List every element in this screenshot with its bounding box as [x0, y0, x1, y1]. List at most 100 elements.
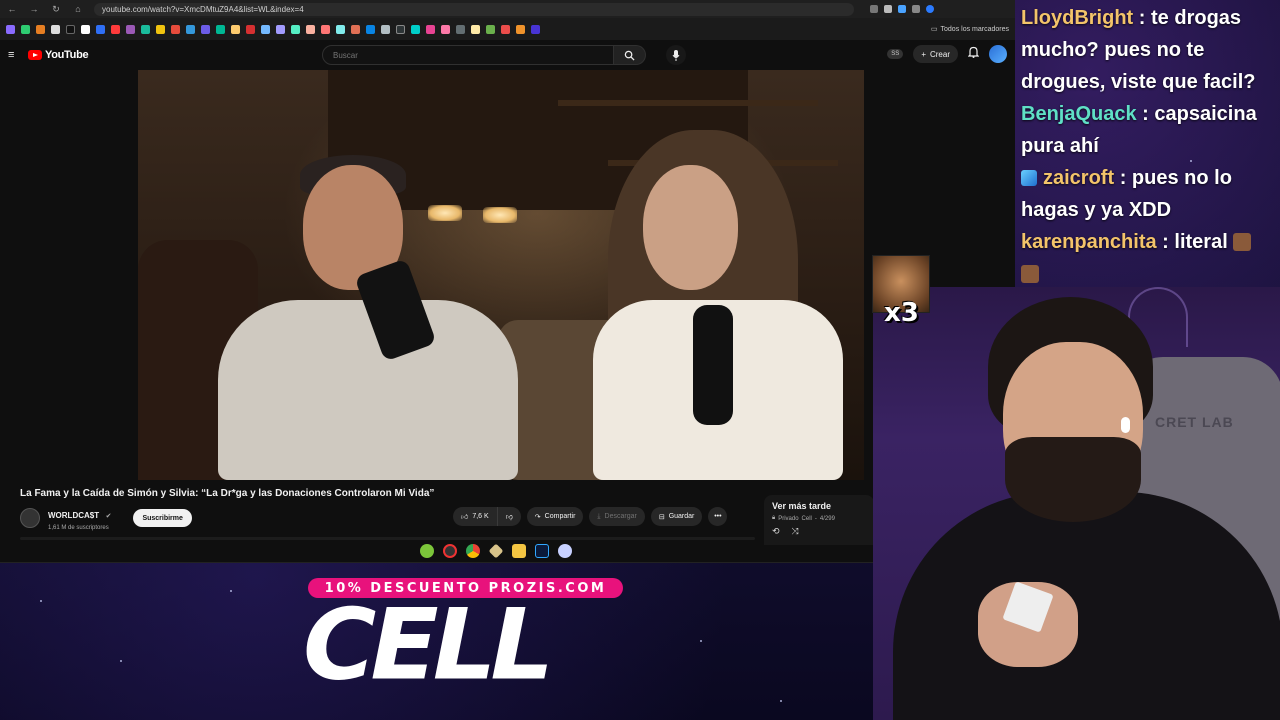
star	[780, 700, 782, 702]
bookmark-icon[interactable]	[81, 24, 90, 34]
header-actions: SS + Crear	[887, 45, 1007, 63]
extension-icon[interactable]	[898, 5, 906, 13]
download-label: Descargar	[604, 513, 637, 520]
comments-divider	[20, 537, 755, 540]
video-player[interactable]	[138, 70, 864, 480]
extension-icon[interactable]	[912, 5, 920, 13]
bookmark-icon[interactable]	[21, 24, 30, 34]
bookmark-icon[interactable]	[141, 24, 150, 34]
bookmark-icon[interactable]	[126, 24, 135, 34]
bookmark-icon[interactable]	[171, 24, 180, 34]
download-button[interactable]: ⤓ Descargar	[589, 507, 645, 526]
chat-message: BenjaQuack : capsaicina pura ahí	[1021, 98, 1274, 162]
bookmark-icon[interactable]	[366, 24, 375, 34]
share-button[interactable]: ↷ Compartir	[526, 507, 584, 526]
app-icon[interactable]	[443, 544, 457, 558]
address-bar[interactable]: youtube.com/watch?v=XmcDMtuZ9A4&list=WL&…	[94, 2, 854, 16]
more-actions-button[interactable]: •••	[708, 507, 728, 526]
account-badge[interactable]: SS	[887, 49, 904, 59]
create-button[interactable]: + Crear	[913, 45, 958, 63]
star	[230, 590, 232, 592]
bookmark-icon[interactable]	[516, 24, 525, 34]
playlist-panel: Ver más tarde 🔒︎ Privado Cell - 4/299 ⟲ …	[764, 495, 874, 545]
forward-icon[interactable]: →	[28, 3, 40, 15]
bookmark-icon[interactable]	[96, 24, 105, 34]
back-icon[interactable]: ←	[6, 3, 18, 15]
bookmark-icon[interactable]	[231, 24, 240, 34]
loop-icon[interactable]: ⟲	[772, 526, 780, 537]
profile-icon[interactable]	[926, 5, 934, 13]
reload-icon[interactable]: ↻	[50, 3, 62, 15]
extension-icon[interactable]	[870, 5, 878, 13]
app-icon[interactable]	[488, 543, 504, 559]
menu-icon[interactable]: ≡	[8, 49, 22, 61]
youtube-logo[interactable]: YouTube	[28, 49, 89, 61]
video-title: La Fama y la Caída de Simón y Silvia: “L…	[20, 488, 435, 499]
folder-icon[interactable]	[512, 544, 526, 558]
bookmark-icon[interactable]	[51, 24, 60, 34]
bookmark-icon[interactable]	[336, 24, 345, 34]
bookmark-icon[interactable]	[201, 24, 210, 34]
save-button[interactable]: ⊟ Guardar	[650, 507, 703, 526]
bookmark-icon[interactable]	[351, 24, 360, 34]
chat-username: zaicroft	[1043, 167, 1115, 189]
bookmark-icon[interactable]	[216, 24, 225, 34]
app-icon[interactable]	[420, 544, 434, 558]
bookmarks-bar: ▭ Todos los marcadores	[0, 18, 1015, 40]
bookmark-icon[interactable]	[441, 24, 450, 34]
create-label: Crear	[929, 49, 950, 59]
bookmark-icon[interactable]	[396, 24, 405, 34]
search-input[interactable]	[322, 45, 614, 65]
star	[40, 600, 42, 602]
bookmark-icon[interactable]	[426, 24, 435, 34]
bookmark-icon[interactable]	[186, 24, 195, 34]
star	[120, 660, 122, 662]
bookmark-icon[interactable]	[6, 24, 15, 34]
bookmark-icon[interactable]	[471, 24, 480, 34]
bookmark-icon[interactable]	[486, 24, 495, 34]
subscribe-button[interactable]: Suscribirme	[133, 509, 192, 527]
bookmark-icon[interactable]	[381, 24, 390, 34]
extension-icon[interactable]	[884, 5, 892, 13]
channel-name[interactable]: WORLDCA$T	[48, 511, 99, 520]
badge-icon	[1021, 170, 1037, 186]
emote-icon	[1021, 265, 1039, 283]
bookmark-icon[interactable]	[411, 24, 420, 34]
bookmark-icon[interactable]	[456, 24, 465, 34]
like-dislike-group: 👍︎ 7,6 K 👎︎	[453, 507, 521, 526]
bookmark-icon[interactable]	[36, 24, 45, 34]
account-avatar[interactable]	[989, 45, 1007, 63]
like-button[interactable]: 👍︎ 7,6 K	[453, 507, 498, 526]
bookmark-icon[interactable]	[66, 24, 75, 34]
home-icon[interactable]: ⌂	[72, 3, 84, 15]
browser-window: ← → ↻ ⌂ youtube.com/watch?v=XmcDMtuZ9A4&…	[0, 0, 1015, 563]
app-icon[interactable]	[558, 544, 572, 558]
microphone-icon	[672, 49, 680, 61]
search-bar	[322, 45, 686, 65]
bookmark-icon[interactable]	[321, 24, 330, 34]
chair-brand: CRET LAB	[1155, 414, 1234, 430]
bookmark-icon[interactable]	[246, 24, 255, 34]
streamer-beard	[1005, 437, 1141, 522]
chrome-icon[interactable]	[466, 544, 480, 558]
bookmark-icon[interactable]	[111, 24, 120, 34]
bookmarks-folder[interactable]: ▭ Todos los marcadores	[931, 25, 1015, 34]
bookmark-icon[interactable]	[261, 24, 270, 34]
photoshop-icon[interactable]	[535, 544, 549, 558]
dislike-button[interactable]: 👎︎	[497, 507, 521, 526]
bookmark-icon[interactable]	[306, 24, 315, 34]
bookmark-icon[interactable]	[156, 24, 165, 34]
playlist-title[interactable]: Ver más tarde	[772, 501, 866, 511]
channel-avatar[interactable]	[20, 508, 40, 528]
bookmark-icon[interactable]	[276, 24, 285, 34]
chat-username: BenjaQuack	[1021, 103, 1137, 125]
search-button[interactable]	[614, 45, 646, 65]
shuffle-icon[interactable]: ⤨	[792, 526, 799, 537]
bell-icon[interactable]	[967, 45, 980, 63]
youtube-header: ≡ YouTube SS + Crear	[0, 40, 1015, 70]
bookmark-icon[interactable]	[501, 24, 510, 34]
emote-multiplier: x3	[884, 298, 919, 328]
bookmark-icon[interactable]	[291, 24, 300, 34]
bookmark-icon[interactable]	[531, 24, 540, 34]
voice-search-button[interactable]	[666, 45, 686, 65]
